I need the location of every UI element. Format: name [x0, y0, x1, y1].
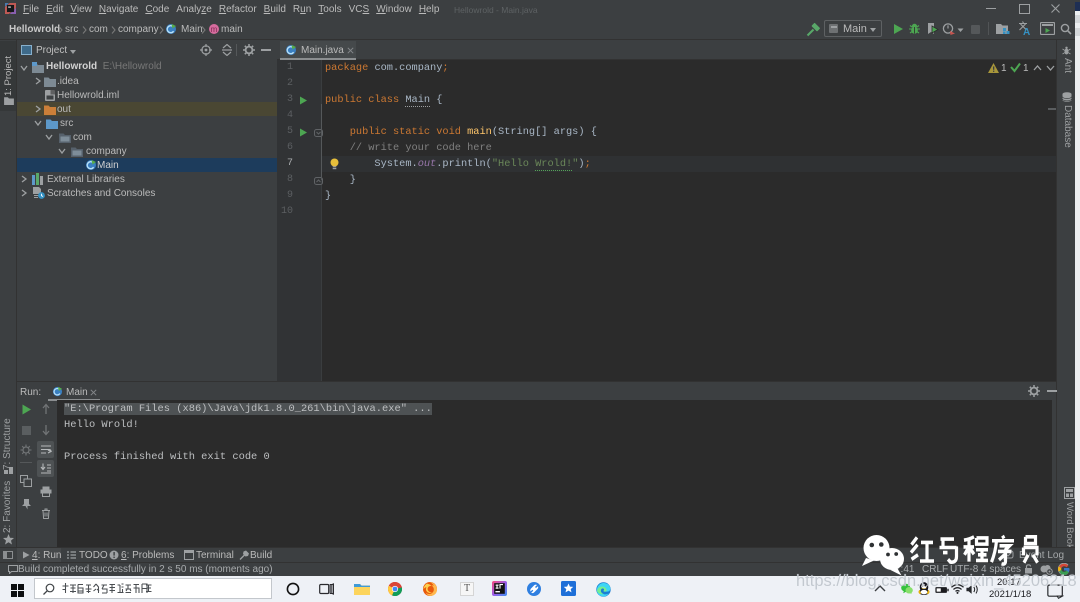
svg-text:A: A: [1023, 27, 1030, 35]
svg-text:m: m: [211, 25, 218, 34]
